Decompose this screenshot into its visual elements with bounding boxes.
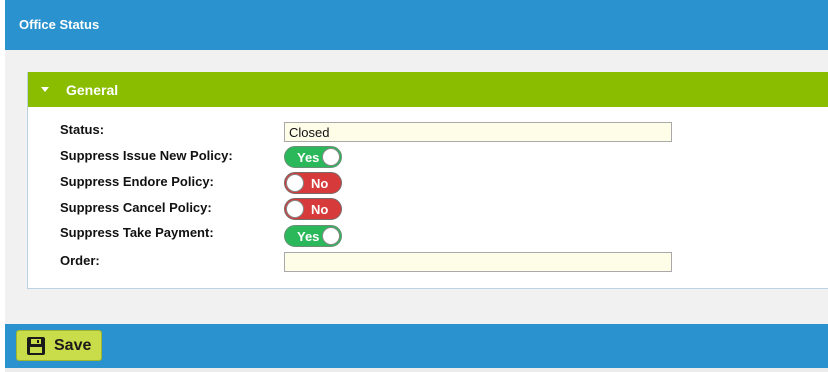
status-label: Status: xyxy=(60,122,105,137)
suppress-take-payment-toggle[interactable]: Yes xyxy=(284,225,342,247)
page-title: Office Status xyxy=(19,17,100,32)
suppress-take-payment-label: Suppress Take Payment: xyxy=(60,225,214,240)
section-title: General xyxy=(66,82,119,98)
suppress-endore-policy-label: Suppress Endore Policy: xyxy=(60,174,214,189)
toggle-state-label: Yes xyxy=(297,229,320,244)
footer-bar: Save xyxy=(5,324,828,368)
floppy-disk-icon xyxy=(26,336,46,361)
suppress-issue-new-policy-label: Suppress Issue New Policy: xyxy=(60,148,233,163)
suppress-issue-new-policy-toggle[interactable]: Yes xyxy=(284,146,342,168)
toggle-state-label: No xyxy=(311,176,329,191)
toggle-state-label: Yes xyxy=(297,150,320,165)
caret-down-icon[interactable] xyxy=(41,87,49,92)
toggle-knob xyxy=(322,227,340,245)
order-field[interactable] xyxy=(284,252,672,272)
toggle-knob xyxy=(286,200,304,218)
window-edge xyxy=(0,0,5,372)
save-button-label: Save xyxy=(54,337,92,354)
section-header-general[interactable]: General xyxy=(28,72,828,107)
suppress-cancel-policy-toggle[interactable]: No xyxy=(284,198,342,220)
header-bar: Office Status xyxy=(5,0,828,50)
suppress-endore-policy-toggle[interactable]: No xyxy=(284,172,342,194)
suppress-cancel-policy-label: Suppress Cancel Policy: xyxy=(60,200,212,215)
save-button[interactable]: Save xyxy=(16,330,102,361)
toggle-state-label: No xyxy=(311,202,329,217)
bottom-strip xyxy=(5,368,828,372)
order-label: Order: xyxy=(60,253,100,268)
toggle-knob xyxy=(286,174,304,192)
toggle-knob xyxy=(322,148,340,166)
status-field[interactable] xyxy=(284,122,672,142)
